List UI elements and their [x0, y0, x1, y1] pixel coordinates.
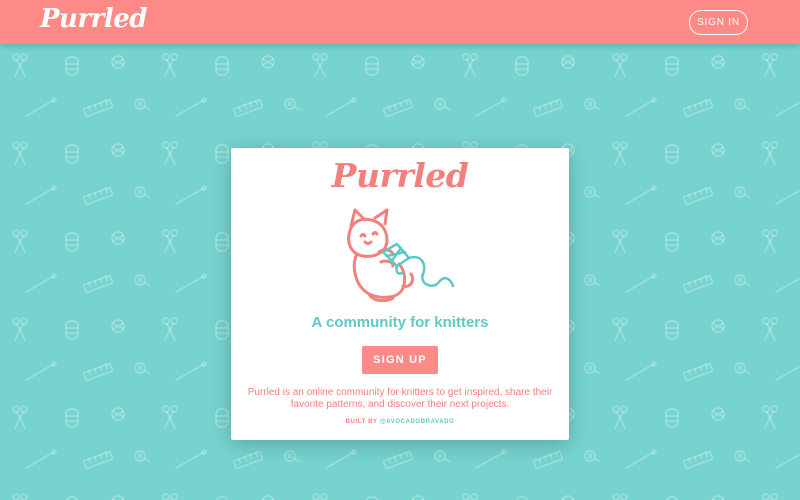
- welcome-card: Purrled A community for knitters SIGN UP…: [231, 148, 569, 440]
- description-text: Purrled is an online community for knitt…: [247, 387, 553, 410]
- header-logo[interactable]: Purrled: [40, 4, 147, 34]
- credit-prefix: BUILT BY: [345, 419, 378, 425]
- top-navigation-bar: Purrled SIGN IN: [0, 0, 800, 44]
- sign-up-button[interactable]: SIGN UP: [362, 346, 438, 374]
- cat-with-yarn-icon: [347, 208, 455, 303]
- tagline: A community for knitters: [311, 314, 489, 331]
- built-by-credit: BUILT BY @AVOCADOBRAVADO: [231, 419, 569, 425]
- card-logo: Purrled: [331, 156, 469, 195]
- sign-in-button[interactable]: SIGN IN: [689, 10, 748, 35]
- credit-author-link[interactable]: @AVOCADOBRAVADO: [380, 419, 455, 425]
